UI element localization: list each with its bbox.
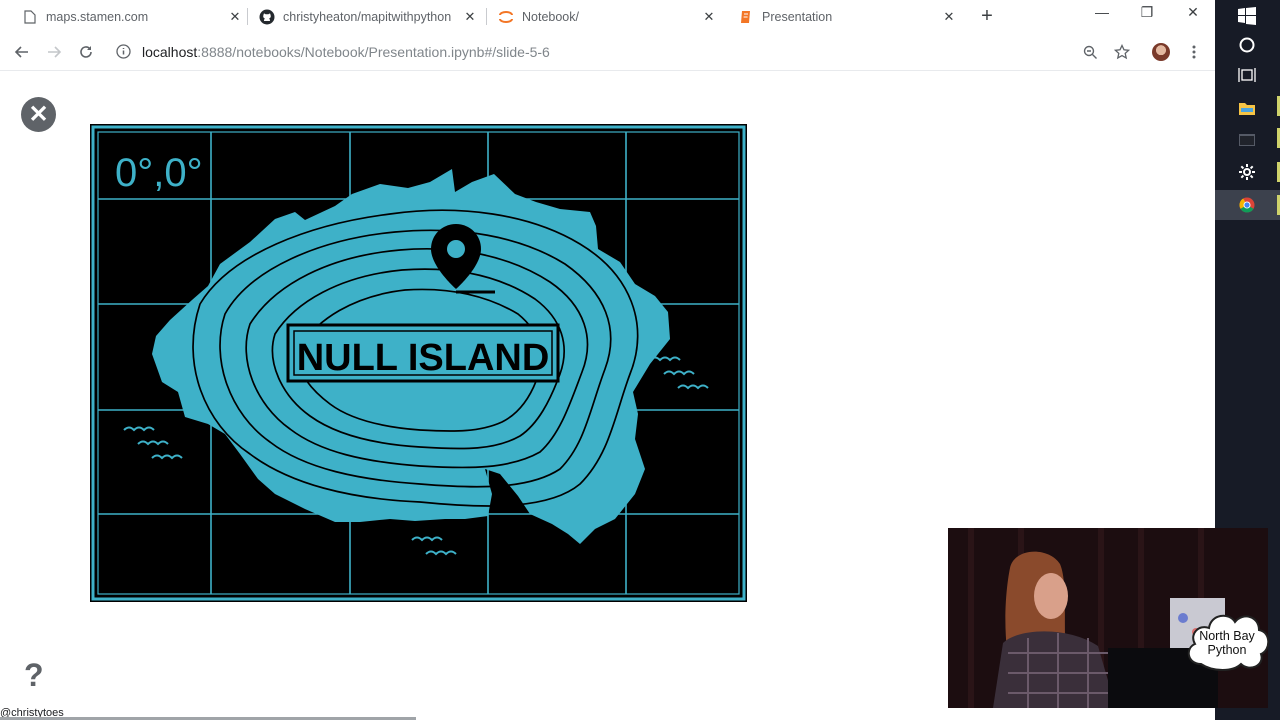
settings-gear-icon[interactable]: [1235, 160, 1259, 184]
chrome-icon[interactable]: [1235, 193, 1259, 217]
url-path: :8888/notebooks/Notebook/Presentation.ip…: [197, 44, 550, 60]
close-tab-icon[interactable]: ✕: [463, 9, 477, 25]
github-icon: [259, 9, 275, 25]
tab-title: Presentation: [762, 9, 833, 24]
help-button[interactable]: ?: [24, 657, 44, 694]
terminal-icon[interactable]: [1235, 128, 1259, 152]
badge-text: North Bay Python: [1199, 629, 1255, 657]
tab-title: Notebook/: [522, 9, 579, 24]
address-bar[interactable]: localhost:8888/notebooks/Notebook/Presen…: [116, 37, 1116, 67]
new-tab-button[interactable]: +: [978, 5, 996, 28]
restore-button[interactable]: ❐: [1135, 4, 1159, 21]
menu-icon[interactable]: [1184, 42, 1204, 62]
file-explorer-icon[interactable]: [1235, 96, 1259, 120]
tab-github[interactable]: christyheaton/mapitwithpython ✕: [259, 0, 477, 33]
tab-presentation[interactable]: Presentation ✕: [738, 0, 956, 33]
tab-divider: [486, 8, 487, 25]
windows-start-icon[interactable]: [1235, 4, 1259, 28]
close-tab-icon[interactable]: ✕: [942, 9, 956, 25]
back-icon[interactable]: [12, 42, 32, 62]
zoom-icon[interactable]: [1080, 42, 1100, 62]
null-island-illustration: NULL ISLAND 0°,0°: [90, 124, 747, 602]
jupyter-orange-icon: [738, 9, 754, 25]
browser-toolbar: localhost:8888/notebooks/Notebook/Presen…: [0, 33, 1215, 71]
url-host: localhost: [142, 44, 198, 60]
task-view-icon[interactable]: [1235, 63, 1259, 87]
jupyter-icon: [498, 9, 514, 25]
tab-strip: maps.stamen.com ✕ christyheaton/mapitwit…: [0, 0, 1215, 33]
tab-notebook[interactable]: Notebook/ ✕: [498, 0, 716, 33]
bookmark-star-icon[interactable]: [1112, 42, 1132, 62]
close-icon: ✕: [28, 101, 49, 128]
cortana-search-icon[interactable]: [1235, 33, 1259, 57]
island-label: NULL ISLAND: [297, 337, 550, 379]
avatar: [1152, 43, 1170, 61]
map-graphic: NULL ISLAND 0°,0°: [91, 125, 746, 601]
tab-maps-stamen[interactable]: maps.stamen.com ✕: [22, 0, 242, 33]
tab-title: christyheaton/mapitwithpython: [283, 9, 451, 24]
close-tab-icon[interactable]: ✕: [228, 9, 242, 25]
tab-title: maps.stamen.com: [46, 9, 149, 24]
info-icon[interactable]: [116, 44, 132, 60]
page-icon: [22, 9, 38, 25]
coordinates-label: 0°,0°: [115, 151, 203, 195]
close-tab-icon[interactable]: ✕: [702, 9, 716, 25]
profile-avatar[interactable]: [1151, 42, 1171, 62]
tab-divider: [247, 8, 248, 25]
forward-icon[interactable]: [44, 42, 64, 62]
close-window-button[interactable]: ✕: [1181, 4, 1205, 21]
minimize-button[interactable]: —: [1090, 4, 1114, 20]
close-slideshow-button[interactable]: ✕: [21, 97, 56, 132]
reload-icon[interactable]: [76, 42, 96, 62]
